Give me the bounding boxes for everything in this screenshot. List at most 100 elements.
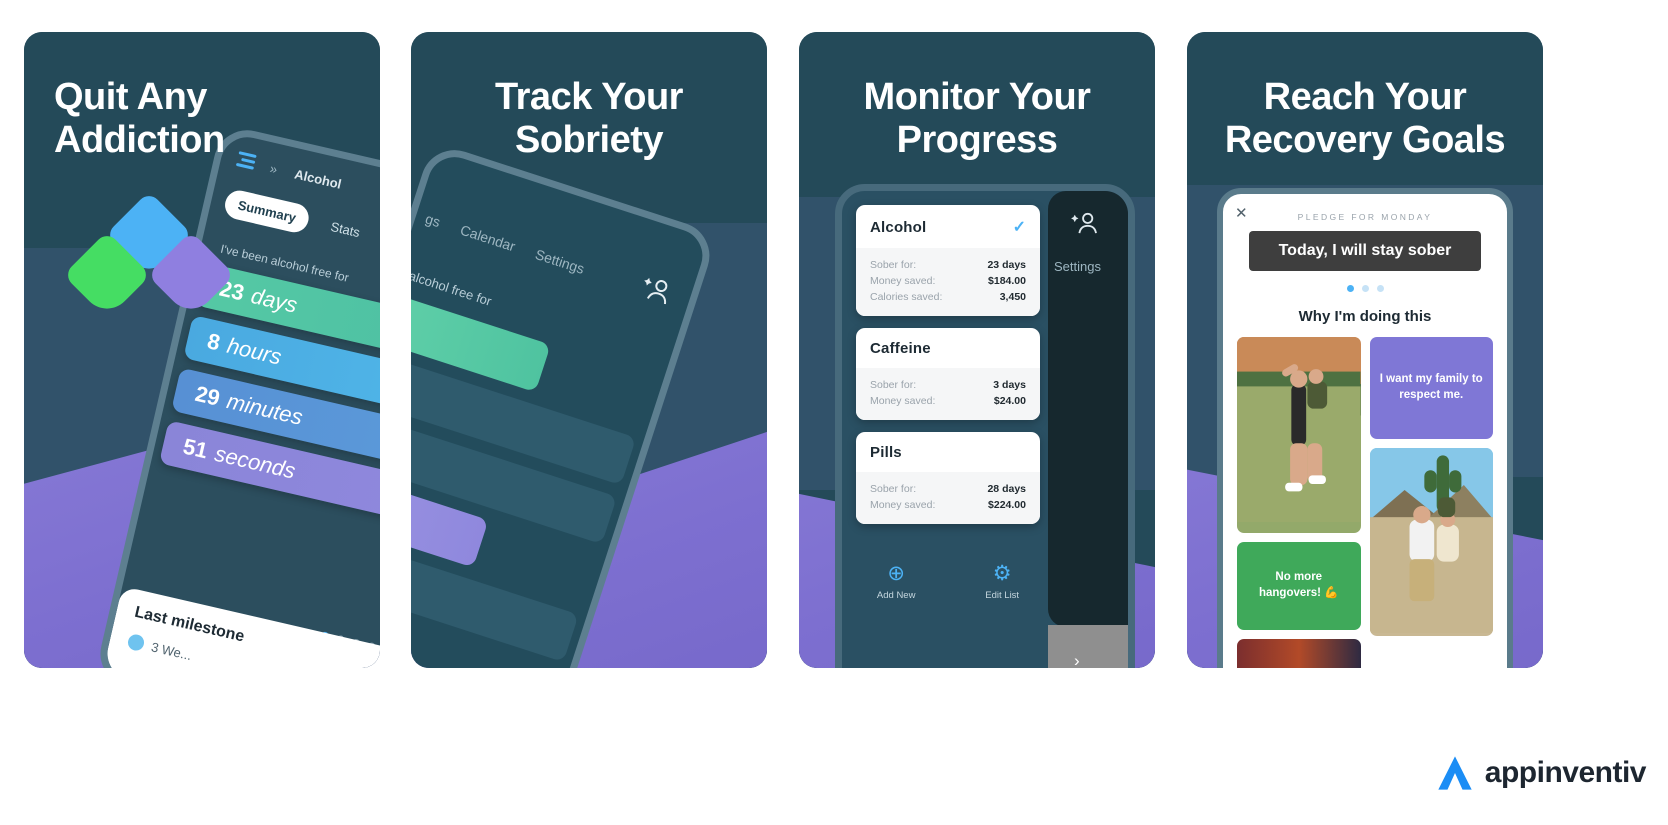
promo-screenshot-board: Quit Any Addiction » Alcohol Summary Sta…: [0, 0, 1668, 825]
milestone-icon: [126, 632, 146, 653]
card-row: Sober for: 23 days: [870, 257, 1026, 273]
card-row: Money saved: $24.00: [870, 393, 1026, 409]
row-label: Calories saved:: [870, 291, 943, 303]
pagination-dot[interactable]: [1376, 285, 1384, 292]
addiction-card-caffeine[interactable]: Caffeine Sober for: 3 days Money saved: …: [856, 328, 1040, 420]
row-value: $184.00: [988, 275, 1026, 287]
brand-name: appinventiv: [1484, 756, 1647, 789]
card-header: Caffeine: [856, 328, 1040, 368]
row-label: Sober for:: [870, 483, 917, 495]
close-icon[interactable]: ✕: [1235, 204, 1248, 222]
photo-family-in-desert[interactable]: [1369, 448, 1493, 636]
counter-unit: hours: [224, 332, 284, 370]
nav-item-logs[interactable]: gs: [423, 210, 442, 230]
photo-shapes: [1369, 448, 1493, 634]
row-label: Money saved:: [870, 395, 936, 407]
page-title: Monitor Your Progress: [863, 76, 1091, 161]
panel-quit-any-addiction: Quit Any Addiction » Alcohol Summary Sta…: [24, 32, 380, 668]
pagination-dots[interactable]: [1239, 285, 1491, 292]
last-milestone-sheet: Last milestone 3 We...: [99, 586, 380, 668]
counter-unit: minutes: [224, 388, 306, 430]
quote-card-family-respect[interactable]: I want my family to respect me.: [1369, 337, 1493, 439]
tab-stats[interactable]: Stats: [315, 209, 376, 250]
pagination-dot[interactable]: [1361, 285, 1369, 292]
quote-text: No more hangovers! 💪: [1258, 571, 1339, 599]
nav-item-settings[interactable]: Settings: [533, 246, 586, 277]
side-panel: Settings: [1048, 191, 1128, 627]
row-value: 3 days: [993, 379, 1026, 391]
addiction-card-list: Alcohol ✓ Sober for: 23 days Money saved…: [842, 205, 1054, 536]
card-body: Sober for: 3 days Money saved: $24.00: [856, 368, 1040, 420]
page-title: Quit Any Addiction: [54, 76, 225, 161]
counter-value: 8: [204, 328, 223, 356]
card-row: Calories saved: 3,450: [870, 289, 1026, 305]
card-row: Money saved: $224.00: [870, 497, 1026, 513]
counter-value: 29: [192, 380, 223, 411]
quote-text: I want my family to respect me.: [1379, 373, 1483, 401]
appinventiv-a-mark: [1438, 756, 1472, 790]
card-title: Pills: [870, 444, 902, 461]
action-label: Edit List: [985, 590, 1020, 601]
section-title: Why I'm doing this: [1298, 308, 1432, 325]
add-new-button[interactable]: ⊕ Add New: [877, 563, 916, 601]
pagination-dot[interactable]: [1346, 285, 1354, 292]
phone-nav: gs Calendar Settings: [423, 210, 586, 277]
page-title: Reach Your Recovery Goals: [1224, 76, 1506, 161]
phone-mockup-pledge: ✕ PLEDGE FOR MONDAY Today, I will stay s…: [1217, 188, 1513, 668]
edit-list-button[interactable]: ⚙ Edit List: [985, 563, 1019, 601]
gear-icon: ⚙: [992, 562, 1012, 585]
card-body: Sober for: 28 days Money saved: $224.00: [856, 472, 1040, 524]
card-title: Alcohol: [870, 218, 927, 236]
card-header: Pills: [856, 432, 1040, 472]
side-label-settings[interactable]: Settings: [1054, 259, 1101, 274]
card-row: Sober for: 3 days: [870, 377, 1026, 393]
row-value: $24.00: [993, 395, 1026, 407]
row-label: Sober for:: [870, 379, 917, 391]
addiction-card-pills[interactable]: Pills Sober for: 28 days Money saved: $2…: [856, 432, 1040, 524]
quote-card-no-hangovers[interactable]: No more hangovers! 💪: [1237, 542, 1361, 630]
plus-circle-icon: ⊕: [887, 562, 905, 585]
row-value: 3,450: [999, 291, 1026, 303]
card-row: Sober for: 28 days: [870, 481, 1026, 497]
phone-mockup-progress: Settings › Alcohol ✓ Sober for: 23 days: [835, 184, 1135, 668]
page-title: Track Your Sobriety: [495, 76, 683, 161]
grid-column-left: No more hangovers! 💪: [1237, 337, 1361, 668]
milestone-label: 3 We...: [149, 638, 194, 663]
photo-shapes: [1237, 337, 1361, 523]
brand-logo: appinventiv: [1435, 753, 1647, 793]
addiction-card-alcohol[interactable]: Alcohol ✓ Sober for: 23 days Money saved…: [856, 205, 1040, 316]
chevron-right-icon: »: [268, 160, 280, 177]
pledge-header: ✕ PLEDGE FOR MONDAY Today, I will stay s…: [1223, 194, 1507, 325]
person-add-icon[interactable]: [638, 273, 675, 307]
photo-mother-kissing-child[interactable]: [1237, 337, 1361, 533]
breadcrumb: Alcohol: [293, 165, 344, 192]
grid-column-right: I want my family to respect me.: [1369, 337, 1493, 668]
card-title: Caffeine: [870, 340, 931, 357]
panel-reach-your-recovery-goals: Reach Your Recovery Goals ✕ PLEDGE FOR M…: [1187, 32, 1543, 668]
check-icon: ✓: [1012, 219, 1026, 236]
nav-item-calendar[interactable]: Calendar: [458, 222, 517, 255]
counter-unit: seconds: [212, 440, 298, 484]
panel-track-your-sobriety: Track Your Sobriety gs Calendar Settings…: [411, 32, 767, 668]
pledge-kicker: PLEDGE FOR MONDAY: [1297, 212, 1433, 222]
card-body: Sober for: 23 days Money saved: $184.00 …: [856, 248, 1040, 316]
counter-unit: days: [248, 282, 300, 318]
card-header: Alcohol ✓: [856, 205, 1040, 248]
row-label: Money saved:: [870, 275, 936, 287]
panel-monitor-your-progress: Monitor Your Progress Settings › Alcohol: [799, 32, 1155, 668]
row-value: 23 days: [987, 259, 1026, 271]
tab-summary[interactable]: Summary: [222, 187, 312, 236]
card-row: Money saved: $184.00: [870, 273, 1026, 289]
counter-value: 51: [180, 433, 211, 464]
reasons-grid: No more hangovers! 💪 I want my family to…: [1223, 325, 1507, 668]
action-label: Add New: [876, 590, 916, 601]
chevron-right-icon[interactable]: ›: [1074, 651, 1080, 668]
person-add-icon[interactable]: [1070, 211, 1098, 235]
row-value: $224.00: [988, 499, 1026, 511]
row-label: Money saved:: [870, 499, 936, 511]
app-logo: [63, 191, 235, 324]
row-label: Sober for:: [870, 259, 917, 271]
photo-concert-crowd[interactable]: [1237, 639, 1361, 668]
pledge-banner: Today, I will stay sober: [1249, 231, 1481, 271]
row-value: 28 days: [987, 483, 1026, 495]
